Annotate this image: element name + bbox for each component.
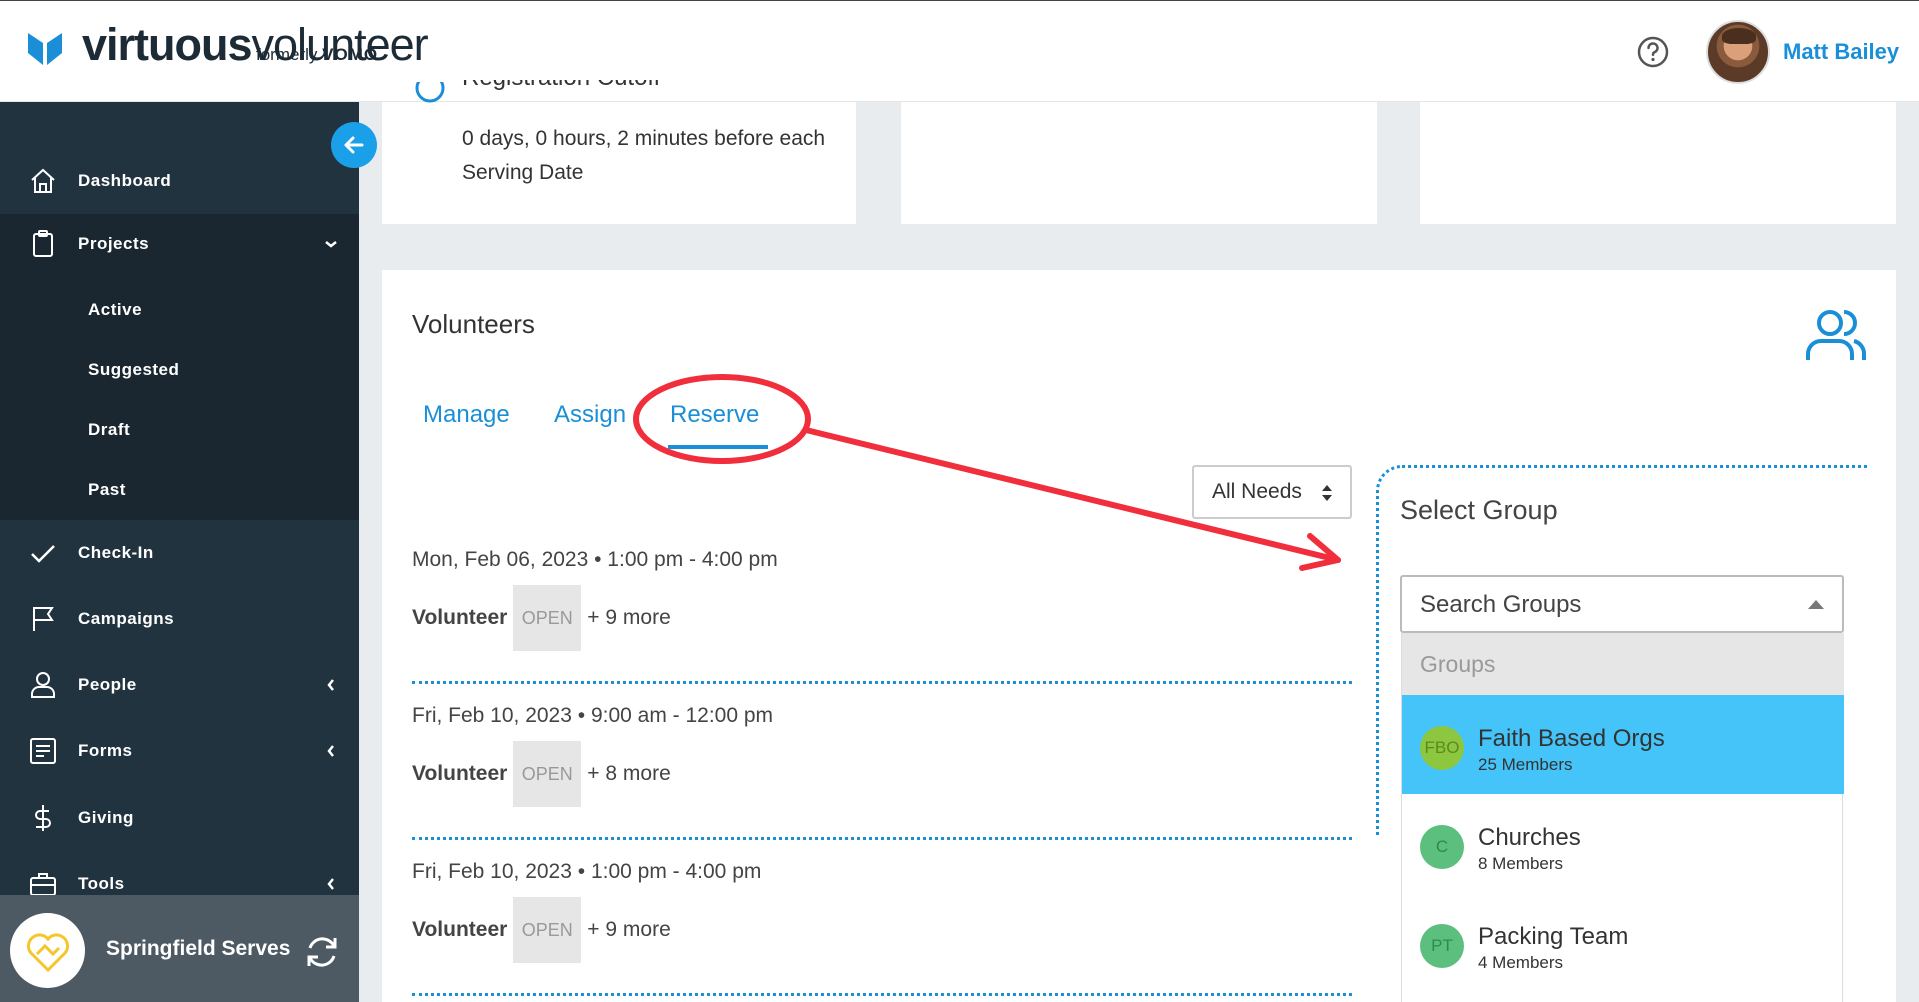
sidebar-collapse-button[interactable] bbox=[331, 122, 377, 168]
sidebar-item-label: Projects bbox=[78, 234, 150, 253]
user-avatar[interactable] bbox=[1706, 20, 1770, 84]
group-avatar: C bbox=[1420, 825, 1464, 869]
active-tab-indicator bbox=[668, 445, 768, 449]
check-icon bbox=[31, 545, 55, 563]
tab-assign[interactable]: Assign bbox=[554, 401, 626, 429]
shift-divider bbox=[412, 681, 1352, 684]
refresh-icon[interactable] bbox=[302, 932, 342, 972]
search-groups-input[interactable] bbox=[1420, 591, 1800, 619]
sidebar-item-giving[interactable]: Giving bbox=[0, 788, 359, 848]
volunteers-title: Volunteers bbox=[412, 309, 535, 339]
shift-need-row[interactable]: Volunteer OPEN + 9 more bbox=[412, 897, 671, 963]
chevron-left-icon bbox=[327, 745, 334, 757]
sidebar-item-projects[interactable]: Projects bbox=[0, 214, 359, 274]
sidebar-item-campaigns[interactable]: Campaigns bbox=[0, 589, 359, 649]
status-badge: OPEN bbox=[513, 741, 582, 807]
sidebar-item-label: Check-In bbox=[78, 543, 154, 562]
shift-date: Fri, Feb 10, 2023 • 9:00 am - 12:00 pm bbox=[412, 704, 774, 727]
group-option-faith-based-orgs[interactable]: FBO Faith Based Orgs 25 Members bbox=[1402, 695, 1844, 794]
logo-subtitle: formerly VOMO bbox=[256, 45, 378, 65]
dropdown-group-header: Groups bbox=[1402, 633, 1844, 695]
sidebar-item-label: Dashboard bbox=[78, 171, 172, 190]
select-group-title: Select Group bbox=[1400, 495, 1558, 525]
tab-reserve[interactable]: Reserve bbox=[670, 401, 759, 429]
logo-sub-brand: VOMO bbox=[322, 45, 379, 64]
group-name: Churches bbox=[1478, 824, 1581, 851]
status-badge: OPEN bbox=[513, 585, 582, 651]
shift-need-row[interactable]: Volunteer OPEN + 9 more bbox=[412, 585, 671, 651]
logo-sub-prefix: formerly bbox=[256, 45, 318, 64]
search-groups-combobox[interactable] bbox=[1400, 575, 1844, 633]
organization-name[interactable]: Springfield Serves bbox=[106, 937, 290, 961]
organization-logo bbox=[10, 913, 85, 988]
sidebar-item-label: Giving bbox=[78, 808, 134, 827]
help-icon[interactable] bbox=[1636, 35, 1670, 69]
group-option-churches[interactable]: C Churches 8 Members bbox=[1402, 794, 1844, 893]
clock-icon bbox=[415, 82, 445, 103]
shift-date: Fri, Feb 10, 2023 • 1:00 pm - 4:00 pm bbox=[412, 860, 762, 883]
group-name: Packing Team bbox=[1478, 923, 1629, 950]
more-needs-link[interactable]: + 8 more bbox=[587, 762, 670, 786]
dollar-icon bbox=[35, 805, 51, 831]
sort-icon bbox=[1322, 485, 1332, 501]
caret-up-icon[interactable] bbox=[1808, 600, 1824, 609]
clipboard-icon bbox=[33, 230, 53, 257]
more-needs-link[interactable]: + 9 more bbox=[587, 606, 670, 630]
status-badge: OPEN bbox=[513, 897, 582, 963]
groups-dropdown: Groups FBO Faith Based Orgs 25 Members C… bbox=[1401, 633, 1844, 1002]
people-icon bbox=[1806, 310, 1866, 360]
group-avatar: PT bbox=[1420, 924, 1464, 968]
sidebar-item-people[interactable]: People bbox=[0, 655, 359, 715]
registration-cutoff-value: 0 days, 0 hours, 2 minutes before each S… bbox=[462, 127, 826, 184]
info-card bbox=[1420, 102, 1896, 224]
tab-manage[interactable]: Manage bbox=[423, 401, 510, 429]
registration-cutoff-title-text: Registration Cutoff bbox=[462, 80, 660, 91]
sidebar-item-check-in[interactable]: Check-In bbox=[0, 523, 359, 583]
sidebar-item-label: People bbox=[78, 675, 137, 694]
shift-role: Volunteer bbox=[412, 762, 508, 785]
home-icon bbox=[31, 168, 55, 193]
sidebar-subitem-past[interactable]: Past bbox=[88, 480, 126, 500]
registration-cutoff-title: Registration Cutoff bbox=[462, 80, 660, 104]
sidebar-item-label: Forms bbox=[78, 741, 133, 760]
sidebar-item-forms[interactable]: Forms bbox=[0, 721, 359, 781]
handshake-heart-icon bbox=[26, 933, 69, 972]
projects-submenu bbox=[0, 274, 359, 520]
group-name: Faith Based Orgs bbox=[1478, 725, 1665, 752]
needs-filter-select[interactable]: All Needs bbox=[1192, 465, 1352, 519]
group-member-count: 25 Members bbox=[1478, 755, 1573, 774]
person-icon bbox=[31, 672, 55, 698]
shift-need-row[interactable]: Volunteer OPEN + 8 more bbox=[412, 741, 671, 807]
chevron-down-icon bbox=[325, 241, 337, 248]
group-avatar: FBO bbox=[1420, 726, 1464, 770]
info-card bbox=[901, 102, 1377, 224]
chevron-left-icon bbox=[327, 679, 334, 691]
form-icon bbox=[30, 738, 56, 764]
flag-icon bbox=[33, 607, 54, 631]
sidebar-item-dashboard[interactable]: Dashboard bbox=[0, 151, 359, 211]
shift-role: Volunteer bbox=[412, 918, 508, 941]
sidebar-subitem-active[interactable]: Active bbox=[88, 300, 142, 320]
user-name[interactable]: Matt Bailey bbox=[1783, 39, 1899, 65]
shift-divider bbox=[412, 837, 1352, 840]
shift-date: Mon, Feb 06, 2023 • 1:00 pm - 4:00 pm bbox=[412, 548, 778, 571]
group-option-packing-team[interactable]: PT Packing Team 4 Members bbox=[1402, 893, 1844, 992]
group-member-count: 8 Members bbox=[1478, 854, 1564, 873]
virtuous-logo-icon bbox=[28, 33, 62, 65]
sidebar-subitem-suggested[interactable]: Suggested bbox=[88, 360, 179, 380]
more-needs-link[interactable]: + 9 more bbox=[587, 918, 670, 942]
sidebar-item-label: Campaigns bbox=[78, 609, 175, 628]
arrow-left-icon bbox=[344, 136, 364, 154]
group-member-count: 4 Members bbox=[1478, 953, 1564, 972]
top-header: virtuousvolunteer formerly VOMO Matt Bai… bbox=[0, 0, 1919, 102]
shift-role: Volunteer bbox=[412, 606, 508, 629]
chevron-left-icon bbox=[327, 878, 334, 890]
shift-divider bbox=[412, 993, 1352, 996]
needs-filter-value: All Needs bbox=[1212, 480, 1302, 503]
sidebar-subitem-draft[interactable]: Draft bbox=[88, 420, 130, 440]
sidebar-item-label: Tools bbox=[78, 874, 125, 893]
logo-bold-text: virtuous bbox=[82, 19, 253, 70]
